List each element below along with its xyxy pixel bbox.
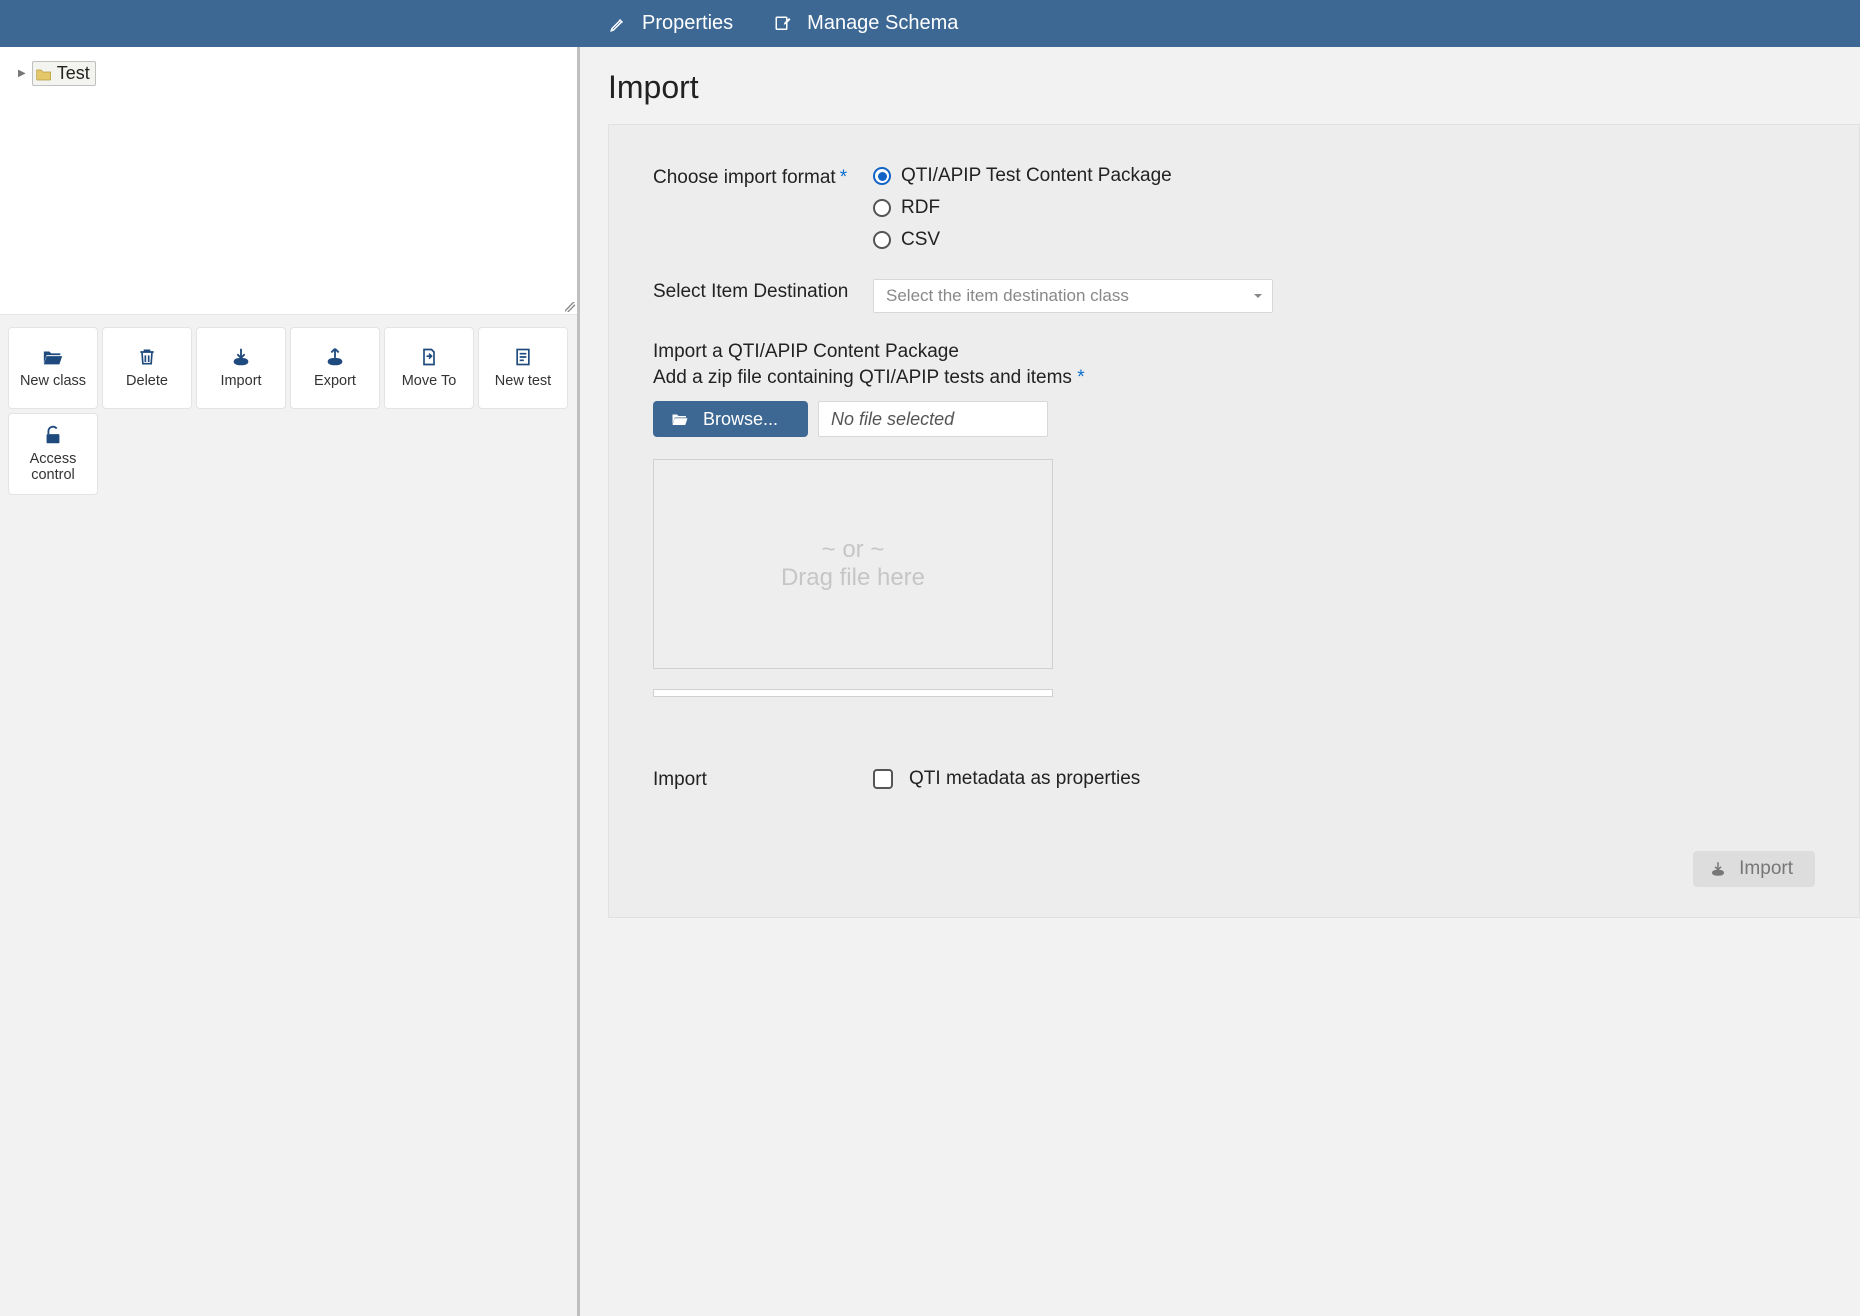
metadata-checkbox-label: QTI metadata as properties [909,768,1140,790]
destination-row: Select Item Destination Select the item … [653,279,1815,313]
format-rdf-label: RDF [901,197,940,219]
format-label: Choose import format* [653,165,873,251]
main-area: ▶ Test New class Delete [0,47,1860,1316]
manage-schema-tab[interactable]: Manage Schema [773,12,958,35]
folder-open-icon [671,410,689,428]
new-class-label: New class [20,374,86,390]
access-control-label: Access control [30,452,77,484]
footer-row: Import [653,851,1815,887]
new-test-button[interactable]: New test [478,327,568,409]
properties-tab[interactable]: Properties [608,12,733,35]
destination-select[interactable]: Select the item destination class [873,279,1273,313]
destination-placeholder: Select the item destination class [886,286,1129,306]
browse-button[interactable]: Browse... [653,401,808,437]
format-radio-group: QTI/APIP Test Content Package RDF CSV [873,165,1172,251]
trash-icon [136,346,158,368]
access-control-button[interactable]: Access control [8,413,98,495]
left-column: ▶ Test New class Delete [0,47,580,1316]
folder-open-icon [42,346,64,368]
file-name-display: No file selected [818,401,1048,437]
export-button[interactable]: Export [290,327,380,409]
move-to-label: Move To [402,374,457,390]
manage-schema-label: Manage Schema [807,12,958,35]
folder-pill[interactable]: Test [32,61,96,86]
format-csv-label: CSV [901,229,940,251]
download-icon [1709,860,1727,878]
document-list-icon [512,346,534,368]
import-button[interactable]: Import [196,327,286,409]
import-submit-label: Import [1739,858,1793,880]
page-title: Import [608,69,1860,106]
expand-icon[interactable]: ▶ [18,68,26,79]
drop-drag-label: Drag file here [781,564,925,592]
top-bar-right: Properties Manage Schema [592,0,958,47]
import-submit-button[interactable]: Import [1693,851,1815,887]
properties-label: Properties [642,12,733,35]
drop-or-label: ~ or ~ [822,536,885,564]
folder-icon [36,67,52,81]
format-option-csv[interactable]: CSV [873,229,1172,251]
format-option-qti[interactable]: QTI/APIP Test Content Package [873,165,1172,187]
radio-icon [873,167,891,185]
new-test-label: New test [495,374,551,390]
file-arrow-icon [418,346,440,368]
format-qti-label: QTI/APIP Test Content Package [901,165,1172,187]
export-label: Export [314,374,356,390]
tree-root-item[interactable]: ▶ Test [18,61,96,86]
required-marker: * [840,167,847,188]
import-panel: Choose import format* QTI/APIP Test Cont… [608,124,1860,918]
upload-subheading: Add a zip file containing QTI/APIP tests… [653,367,1815,389]
new-class-button[interactable]: New class [8,327,98,409]
import-icon [230,346,252,368]
import-label: Import [220,374,261,390]
edit-note-icon [773,14,793,34]
import-options-row: Import QTI metadata as properties [653,767,1815,791]
progress-bar [653,689,1053,697]
action-grid: New class Delete Import Export [0,315,577,507]
right-column: Import Choose import format* QTI/APIP Te… [580,47,1860,1316]
move-to-button[interactable]: Move To [384,327,474,409]
export-icon [324,346,346,368]
tree-pane[interactable]: ▶ Test [0,47,577,315]
import-options-label: Import [653,767,873,791]
delete-label: Delete [126,374,168,390]
radio-icon [873,199,891,217]
delete-button[interactable]: Delete [102,327,192,409]
metadata-checkbox[interactable] [873,769,893,789]
upload-section: Import a QTI/APIP Content Package Add a … [653,341,1815,697]
unlock-icon [42,424,64,446]
top-bar: Properties Manage Schema [0,0,1860,47]
browse-label: Browse... [703,409,778,430]
destination-label: Select Item Destination [653,279,873,313]
upload-heading: Import a QTI/APIP Content Package [653,341,1815,363]
format-row: Choose import format* QTI/APIP Test Cont… [653,165,1815,251]
format-option-rdf[interactable]: RDF [873,197,1172,219]
tree-root-label: Test [57,63,90,84]
drop-zone[interactable]: ~ or ~ Drag file here [653,459,1053,669]
radio-icon [873,231,891,249]
browse-row: Browse... No file selected [653,401,1815,437]
pencil-icon [608,14,628,34]
